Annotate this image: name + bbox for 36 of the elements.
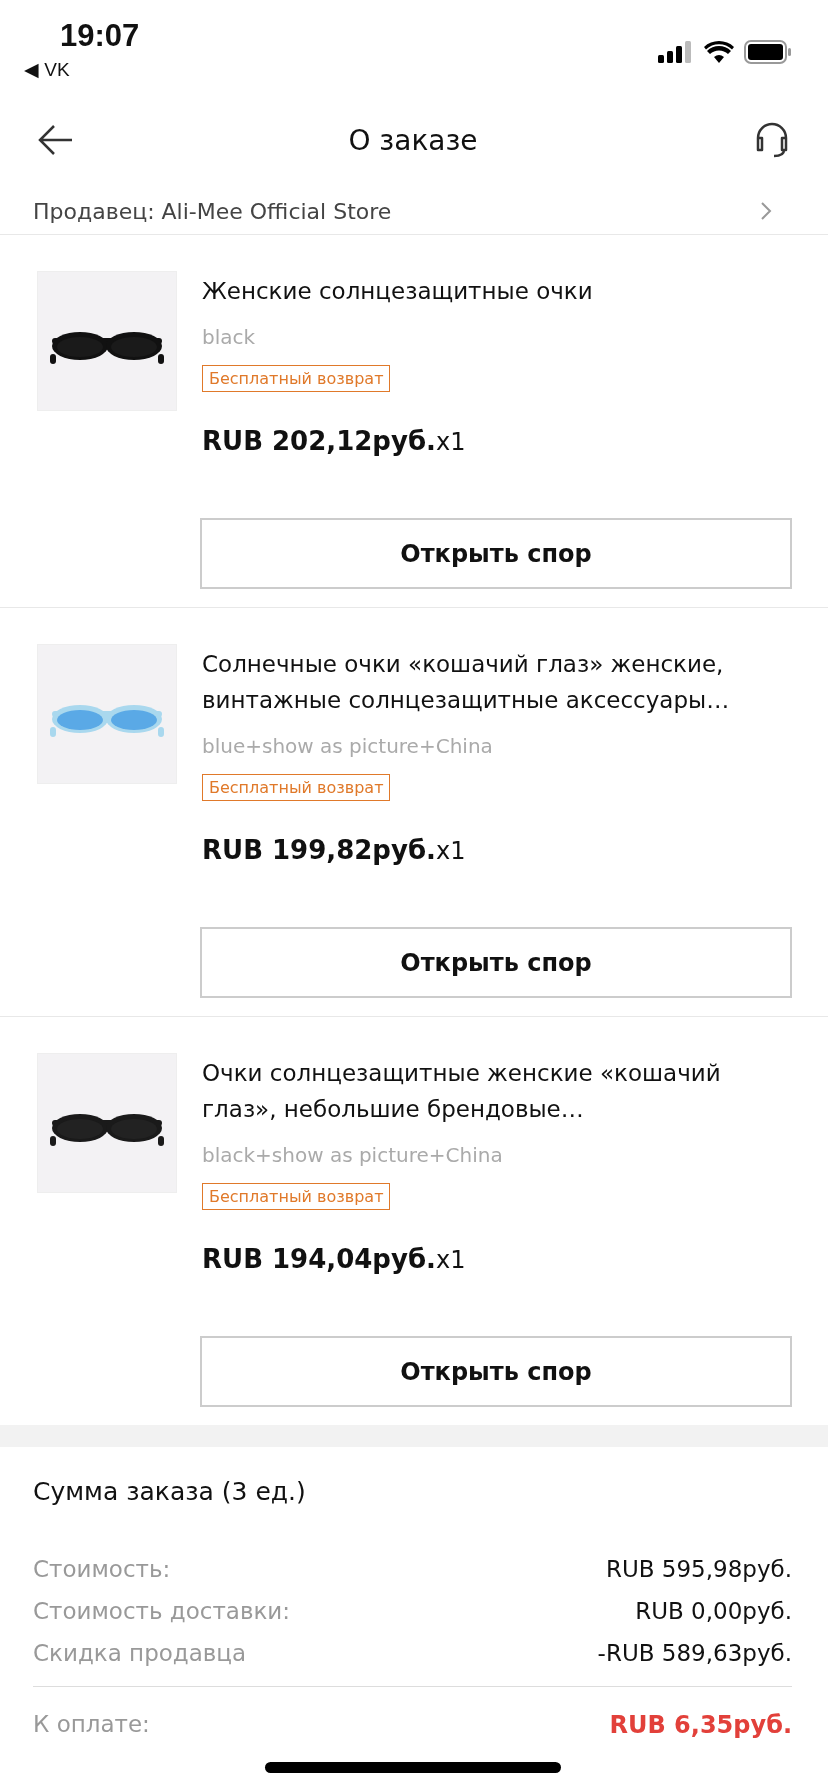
free-return-tag: Бесплатный возврат — [202, 365, 391, 392]
status-time: 19:07 — [60, 18, 140, 54]
seller-name[interactable]: Продавец: Ali-Mee Official Store — [33, 198, 392, 224]
battery-icon — [744, 40, 792, 64]
summary-value: -RUB 589,63руб. — [597, 1640, 792, 1666]
product-title[interactable]: Очки солнцезащитные женские «кошачий глаз», небольшие брендовые… — [202, 1055, 792, 1127]
product-quantity: x1 — [435, 837, 466, 865]
free-return-tag: Бесплатный возврат — [202, 774, 391, 801]
summary-label: Стоимость: — [33, 1556, 171, 1582]
product-price: RUB 199,82руб. — [202, 835, 436, 865]
open-dispute-button[interactable]: Открыть спор — [200, 1336, 792, 1407]
back-to-app-link[interactable]: ◀ VK — [24, 58, 70, 81]
total-value: RUB 6,35руб. — [609, 1711, 792, 1739]
page-title: О заказе — [348, 123, 478, 157]
wifi-icon — [704, 41, 734, 63]
open-dispute-button[interactable]: Открыть спор — [200, 927, 792, 998]
product-variant: blue+show as picture+China — [202, 734, 493, 758]
chevron-right-icon[interactable] — [760, 201, 772, 221]
product-title[interactable]: Женские солнцезащитные очки — [202, 273, 593, 309]
open-dispute-button[interactable]: Открыть спор — [200, 518, 792, 589]
product-quantity: x1 — [435, 1246, 466, 1274]
signal-icon — [658, 41, 694, 63]
back-arrow-icon[interactable] — [38, 124, 74, 156]
summary-label: Скидка продавца — [33, 1640, 247, 1666]
free-return-tag: Бесплатный возврат — [202, 1183, 391, 1210]
product-title[interactable]: Солнечные очки «кошачий глаз» женские, винтажные солнцезащитные аксессуары… — [202, 646, 792, 718]
summary-title: Сумма заказа (3 ед.) — [33, 1477, 307, 1506]
total-label: К оплате: — [33, 1711, 150, 1739]
product-price: RUB 202,12руб. — [202, 426, 436, 456]
summary-value: RUB 595,98руб. — [605, 1556, 792, 1582]
product-quantity: x1 — [435, 428, 466, 456]
product-variant: black+show as picture+China — [202, 1143, 503, 1167]
product-price: RUB 194,04руб. — [202, 1244, 436, 1274]
product-variant: black — [202, 325, 256, 349]
summary-label: Стоимость доставки: — [33, 1598, 291, 1624]
summary-value: RUB 0,00руб. — [635, 1598, 792, 1624]
